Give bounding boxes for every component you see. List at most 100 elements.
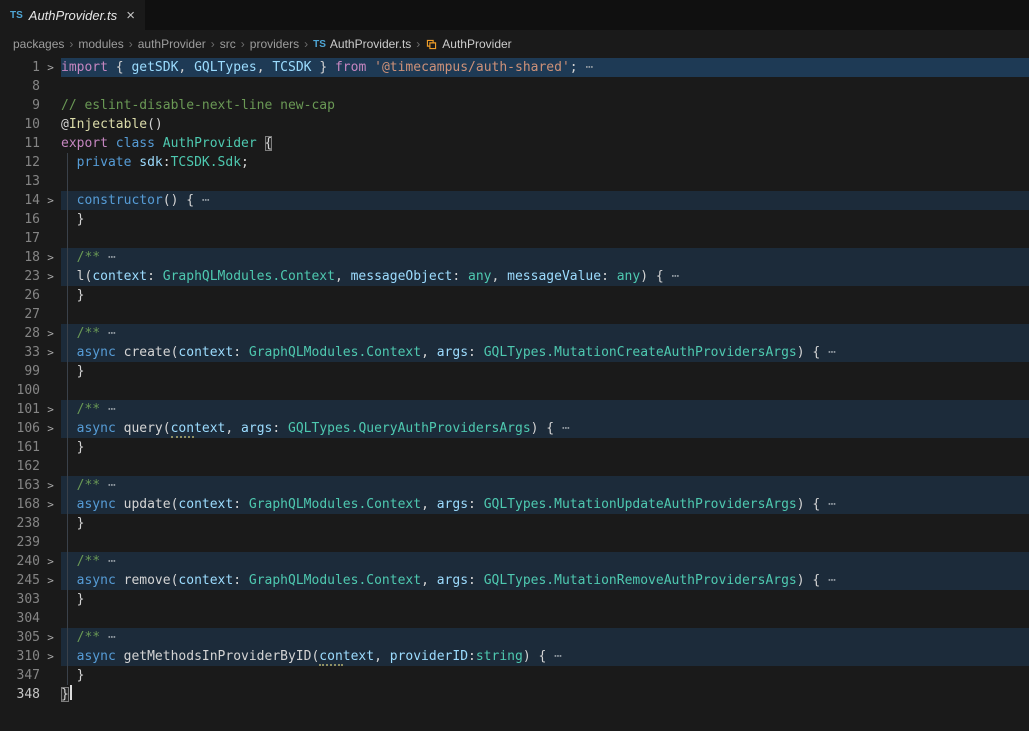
code-line[interactable]	[61, 609, 1029, 628]
line-number: 310	[0, 647, 40, 666]
code-line[interactable]: // eslint-disable-next-line new-cap	[61, 96, 1029, 115]
code-line[interactable]: async update(context: GraphQLModules.Con…	[61, 495, 1029, 514]
code-line[interactable]: }	[61, 438, 1029, 457]
token-type: GraphQLModules.Context	[249, 573, 421, 588]
code-line[interactable]: l(context: GraphQLModules.Context, messa…	[61, 267, 1029, 286]
token-pun: ,	[374, 649, 390, 664]
code-line[interactable]: async remove(context: GraphQLModules.Con…	[61, 571, 1029, 590]
code-line[interactable]: export class AuthProvider {	[61, 134, 1029, 153]
token-var: text	[343, 649, 374, 664]
code-line[interactable]: /** ⋯	[61, 400, 1029, 419]
breadcrumb-item-providers[interactable]: providers	[250, 37, 299, 51]
token-ell: ⋯	[664, 269, 680, 284]
code-line[interactable]	[61, 381, 1029, 400]
code-row: 106> async query(context, args: GQLTypes…	[0, 419, 1029, 438]
token-pun: ,	[492, 269, 508, 284]
fold-chevron-icon[interactable]: >	[40, 343, 61, 362]
token-var: args	[437, 497, 468, 512]
token-pun	[61, 250, 77, 265]
breadcrumb-label: AuthProvider.ts	[330, 37, 411, 51]
fold-chevron-icon[interactable]: >	[40, 571, 61, 590]
code-line[interactable]	[61, 172, 1029, 191]
token-pun: ,	[335, 269, 351, 284]
breadcrumb-item-authprovider[interactable]: authProvider	[138, 37, 206, 51]
fold-chevron-icon[interactable]: >	[40, 400, 61, 419]
line-number: 33	[0, 343, 40, 362]
text-cursor	[70, 685, 72, 700]
close-icon[interactable]: ×	[126, 8, 135, 23]
code-line[interactable]	[61, 457, 1029, 476]
token-var: context	[92, 269, 147, 284]
tab-authprovider-ts[interactable]: TS AuthProvider.ts ×	[0, 0, 145, 30]
fold-gutter	[40, 381, 61, 400]
code-line[interactable]: }	[61, 514, 1029, 533]
token-ell: ⋯	[820, 497, 836, 512]
token-fn: create	[124, 345, 171, 360]
token-type: GraphQLModules.Context	[163, 269, 335, 284]
breadcrumb-item-modules[interactable]: modules	[78, 37, 123, 51]
token-type: GQLTypes.MutationUpdateAuthProvidersArgs	[484, 497, 797, 512]
fold-chevron-icon[interactable]: >	[40, 191, 61, 210]
fold-gutter	[40, 210, 61, 229]
fold-chevron-icon[interactable]: >	[40, 58, 61, 77]
fold-chevron-icon[interactable]: >	[40, 267, 61, 286]
fold-chevron-icon[interactable]: >	[40, 324, 61, 343]
code-row: 240> /** ⋯	[0, 552, 1029, 571]
fold-chevron-icon[interactable]: >	[40, 647, 61, 666]
token-dec: Injectable	[69, 117, 147, 132]
code-line[interactable]: }	[61, 685, 1029, 704]
breadcrumb-item-src[interactable]: src	[220, 37, 236, 51]
token-type: GQLTypes.MutationRemoveAuthProvidersArgs	[484, 573, 797, 588]
fold-chevron-icon[interactable]: >	[40, 628, 61, 647]
line-number: 17	[0, 229, 40, 248]
code-line[interactable]	[61, 229, 1029, 248]
token-pun	[61, 326, 77, 341]
code-line[interactable]: /** ⋯	[61, 552, 1029, 571]
code-line[interactable]: @Injectable()	[61, 115, 1029, 134]
token-fn: query	[124, 421, 163, 436]
breadcrumb-item-packages[interactable]: packages	[13, 37, 64, 51]
code-line[interactable]: import { getSDK, GQLTypes, TCSDK } from …	[61, 58, 1029, 77]
code-row: 9// eslint-disable-next-line new-cap	[0, 96, 1029, 115]
token-pun: ;	[241, 155, 249, 170]
fold-chevron-icon[interactable]: >	[40, 552, 61, 571]
code-line[interactable]: private sdk:TCSDK.Sdk;	[61, 153, 1029, 172]
code-line[interactable]: async query(context, args: GQLTypes.Quer…	[61, 419, 1029, 438]
code-line[interactable]: /** ⋯	[61, 476, 1029, 495]
line-number: 106	[0, 419, 40, 438]
code-line[interactable]: /** ⋯	[61, 248, 1029, 267]
line-number: 12	[0, 153, 40, 172]
code-line[interactable]	[61, 533, 1029, 552]
code-row: 17	[0, 229, 1029, 248]
token-ell: ⋯	[100, 250, 116, 265]
code-line[interactable]	[61, 77, 1029, 96]
breadcrumb-item-authprovider[interactable]: AuthProvider	[425, 37, 511, 51]
token-pun: ) {	[797, 497, 820, 512]
code-line[interactable]: }	[61, 286, 1029, 305]
code-line[interactable]: }	[61, 210, 1029, 229]
line-number: 347	[0, 666, 40, 685]
line-number: 14	[0, 191, 40, 210]
code-row: 8	[0, 77, 1029, 96]
fold-gutter	[40, 172, 61, 191]
fold-chevron-icon[interactable]: >	[40, 495, 61, 514]
fold-chevron-icon[interactable]: >	[40, 419, 61, 438]
code-line[interactable]	[61, 305, 1029, 324]
code-line[interactable]: }	[61, 666, 1029, 685]
fold-chevron-icon[interactable]: >	[40, 248, 61, 267]
code-line[interactable]: async getMethodsInProviderByID(context, …	[61, 647, 1029, 666]
code-line[interactable]: constructor() { ⋯	[61, 191, 1029, 210]
breadcrumb-item-authprovider-ts[interactable]: TSAuthProvider.ts	[313, 37, 411, 51]
code-line[interactable]: /** ⋯	[61, 324, 1029, 343]
code-line[interactable]: /** ⋯	[61, 628, 1029, 647]
fold-chevron-icon[interactable]: >	[40, 476, 61, 495]
fold-gutter	[40, 286, 61, 305]
token-pun: :	[468, 573, 484, 588]
code-row: 310> async getMethodsInProviderByID(cont…	[0, 647, 1029, 666]
breadcrumb-label: packages	[13, 37, 64, 51]
code-editor[interactable]: 1>import { getSDK, GQLTypes, TCSDK } fro…	[0, 58, 1029, 731]
code-line[interactable]: }	[61, 590, 1029, 609]
code-line[interactable]: async create(context: GraphQLModules.Con…	[61, 343, 1029, 362]
token-var: messageObject	[351, 269, 453, 284]
code-line[interactable]: }	[61, 362, 1029, 381]
